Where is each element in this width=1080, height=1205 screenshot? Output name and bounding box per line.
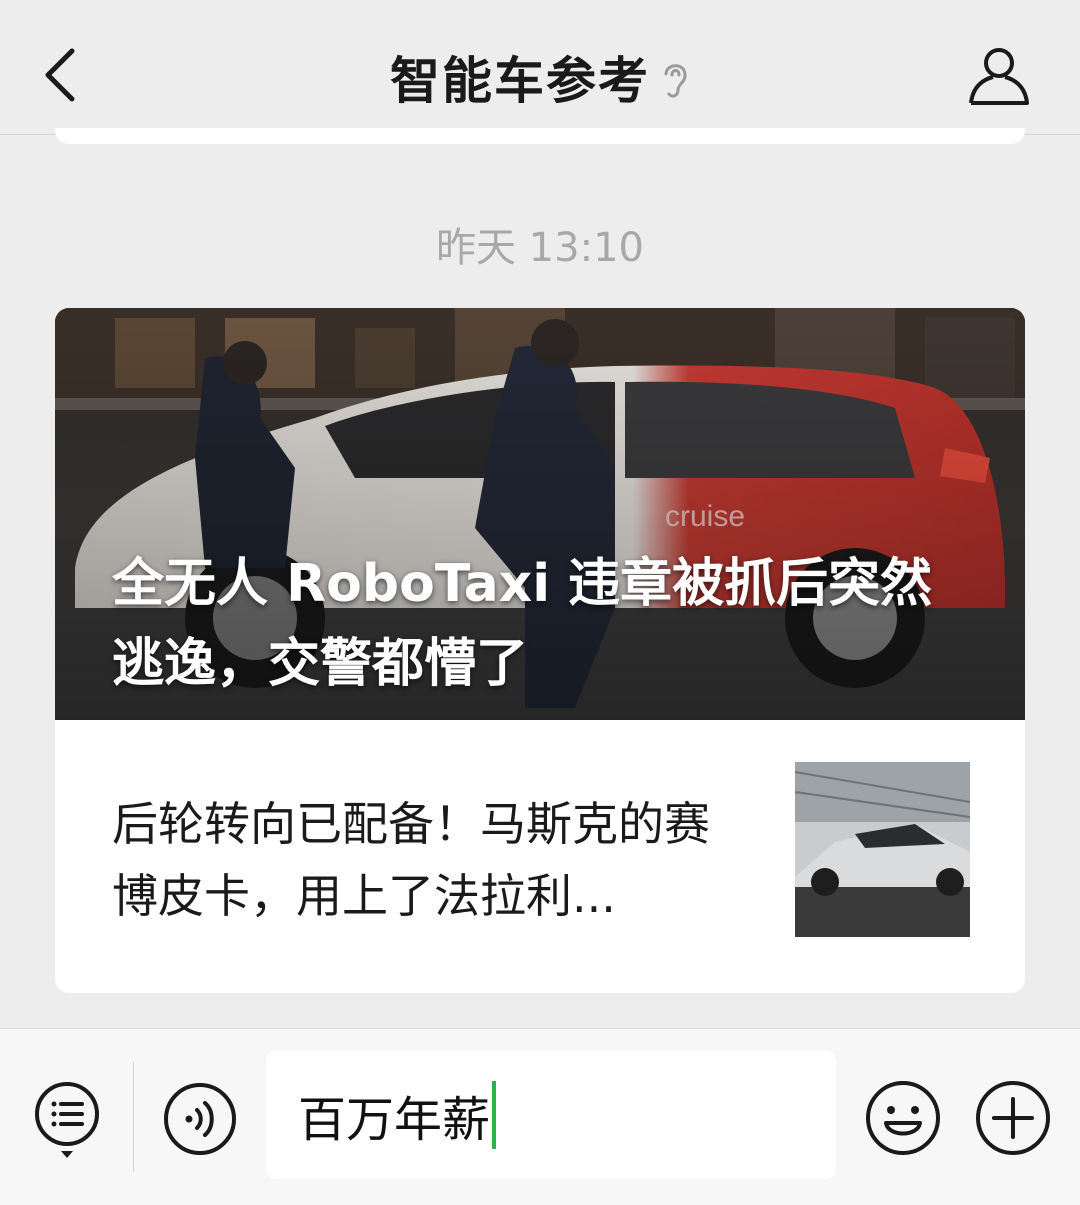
voice-icon — [164, 1083, 236, 1155]
plus-circle-icon — [976, 1081, 1050, 1155]
article-card: cruise 全无人 RoboTaxi 违章被抓后突然逃逸，交警都懵了 后轮转向… — [55, 308, 1025, 993]
menu-divider — [133, 1062, 134, 1172]
text-caret — [492, 1081, 497, 1149]
person-icon — [969, 48, 1029, 105]
menu-button[interactable] — [32, 1081, 102, 1161]
more-button[interactable] — [974, 1079, 1052, 1157]
previous-card-edge — [55, 128, 1025, 144]
ear-icon — [664, 64, 687, 98]
message-timestamp: 昨天 13:10 — [436, 225, 644, 271]
smiley-icon — [866, 1081, 940, 1155]
main-article[interactable]: cruise 全无人 RoboTaxi 违章被抓后突然逃逸，交警都懵了 — [55, 308, 1025, 720]
input-bar: 百万年薪 — [0, 1028, 1080, 1205]
sub-article-thumbnail — [795, 762, 970, 937]
list-menu-icon — [35, 1082, 99, 1158]
voice-input-button[interactable] — [162, 1081, 238, 1157]
emoji-button[interactable] — [864, 1079, 942, 1157]
message-input[interactable]: 百万年薪 — [266, 1051, 836, 1179]
sub-article-title: 后轮转向已配备！马斯克的赛博皮卡，用上了法拉利... — [112, 797, 710, 923]
chat-header: 智能车参考 — [0, 0, 1080, 135]
profile-button[interactable] — [964, 40, 1034, 110]
message-input-text: 百万年薪 — [298, 1092, 491, 1148]
title-wrap: 智能车参考 — [0, 42, 1080, 112]
sub-article[interactable]: 后轮转向已配备！马斯克的赛博皮卡，用上了法拉利... — [55, 720, 1025, 993]
main-article-title: 全无人 RoboTaxi 违章被抓后突然逃逸，交警都懵了 — [112, 554, 933, 694]
account-title: 智能车参考 — [390, 52, 650, 110]
